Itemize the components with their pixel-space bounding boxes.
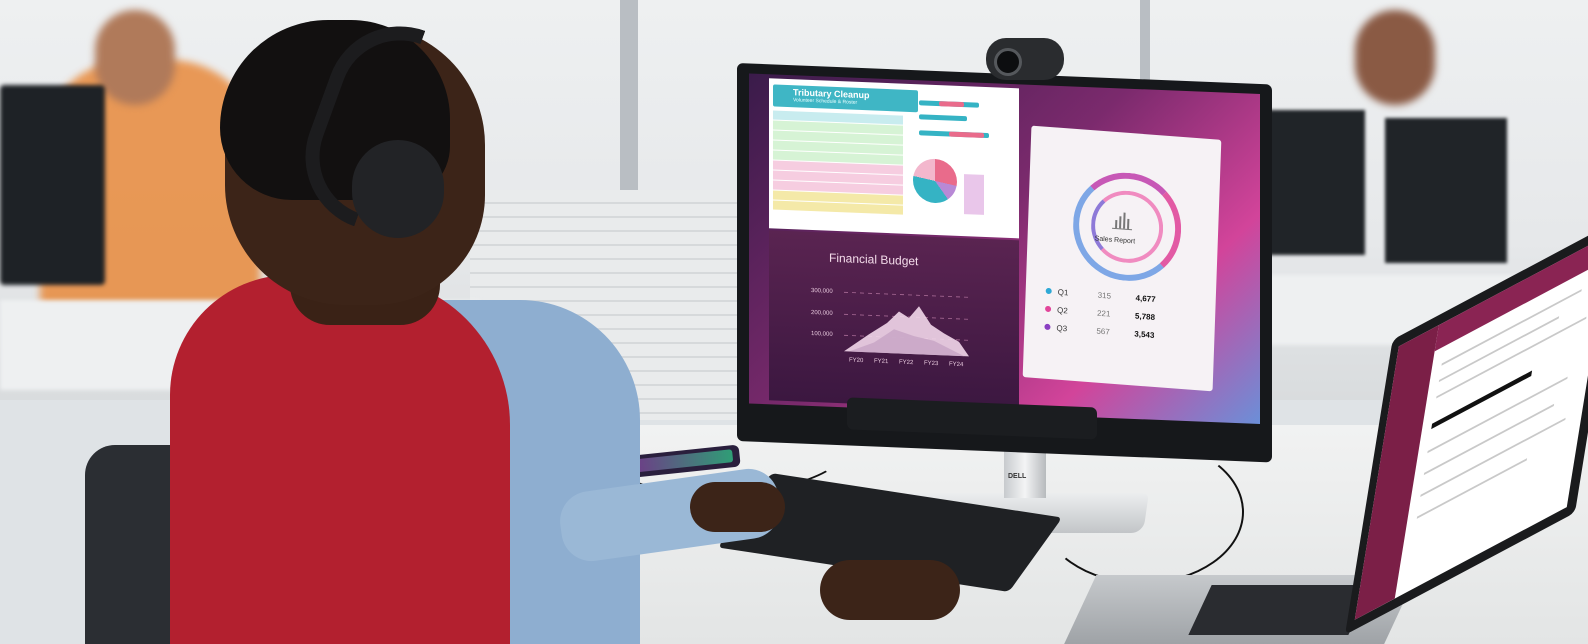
spreadsheet-banner: Tributary Cleanup Volunteer Schedule & R… xyxy=(773,84,918,113)
headphone-ear-cup xyxy=(352,140,444,238)
laptop-keyboard xyxy=(1188,585,1372,635)
legend-row-q2: Q2 221 5,788 xyxy=(1044,305,1156,322)
legend-label: Q1 xyxy=(1057,287,1069,298)
legend-label: Q3 xyxy=(1056,323,1068,334)
sales-report-card: Sales Report Q1 315 4,677 Q2 221 5,788 Q3 567… xyxy=(1022,125,1222,392)
legend-label: Q2 xyxy=(1056,305,1068,316)
text-line xyxy=(1420,417,1566,497)
webcam xyxy=(986,38,1064,80)
spreadsheet-rows xyxy=(773,110,903,225)
financial-budget-window: Financial Budget 300,000 200,000 100,000… xyxy=(769,230,1019,411)
person-hand-mouse xyxy=(820,560,960,620)
legend-value-b: 5,788 xyxy=(1134,311,1156,322)
legend-dot xyxy=(1044,305,1052,313)
legend-row-q1: Q1 315 4,677 xyxy=(1045,287,1156,305)
spreadsheet-subtitle: Volunteer Schedule & Roster xyxy=(793,97,858,106)
legend-value-a: 567 xyxy=(1096,326,1110,337)
dell-logo: DELL xyxy=(1008,473,1027,480)
person-hoodie xyxy=(170,275,510,644)
background-person-left-head xyxy=(95,10,175,105)
person-hand-keyboard xyxy=(690,482,785,532)
legend-value-b: 4,677 xyxy=(1135,293,1156,305)
bar-segment xyxy=(919,114,967,122)
x-tick-label: FY22 xyxy=(899,359,914,367)
x-tick-label: FY23 xyxy=(924,360,939,368)
budget-area-chart xyxy=(844,291,969,357)
x-tick-label: FY20 xyxy=(849,357,864,365)
spreadsheet-charts xyxy=(909,90,1014,234)
spreadsheet-window: Tributary Cleanup Volunteer Schedule & R… xyxy=(769,78,1019,239)
legend-row-q3: Q3 567 3,543 xyxy=(1044,323,1155,340)
text-line xyxy=(1423,403,1555,476)
monitor: Tributary Cleanup Volunteer Schedule & R… xyxy=(737,63,1272,463)
text-line xyxy=(1431,370,1533,430)
webcam-lens xyxy=(994,48,1022,76)
background-monitor-right xyxy=(1385,118,1507,263)
pie-chart xyxy=(913,158,957,204)
x-tick-label: FY21 xyxy=(874,358,889,366)
bar-segment xyxy=(949,131,984,138)
grid-line xyxy=(844,291,969,298)
background-person-right-head xyxy=(1355,10,1435,105)
mini-bar-chart xyxy=(964,174,984,215)
legend-value-a: 315 xyxy=(1097,290,1112,301)
bar-chart-icon xyxy=(1112,211,1133,231)
x-tick-label: FY24 xyxy=(949,361,964,369)
legend-value-b: 3,543 xyxy=(1134,329,1155,340)
legend-value-a: 221 xyxy=(1096,308,1111,319)
monitor-screen: Tributary Cleanup Volunteer Schedule & R… xyxy=(749,73,1260,425)
office-scene: DELL Tributary Cleanup Volunteer Schedul… xyxy=(0,0,1588,644)
bar-segment xyxy=(939,101,964,108)
background-monitor-left xyxy=(0,85,105,285)
legend-dot xyxy=(1045,287,1052,295)
legend-dot xyxy=(1044,323,1051,331)
